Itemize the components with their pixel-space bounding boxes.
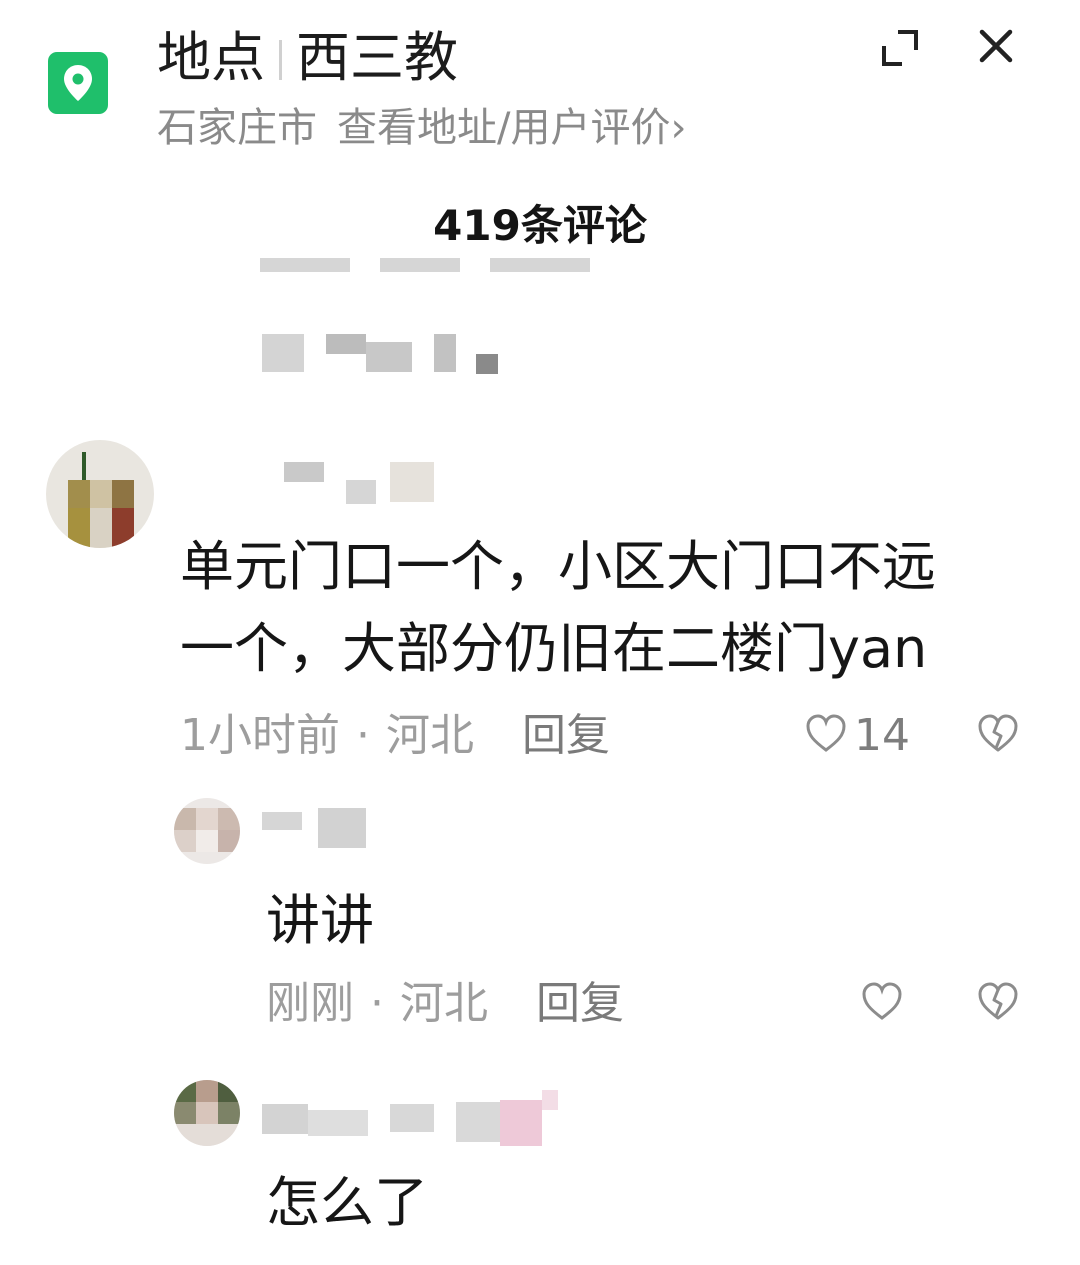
dislike-icon[interactable] (976, 712, 1020, 756)
reply-button[interactable]: 回复 (536, 978, 624, 1029)
avatar[interactable] (46, 440, 154, 548)
view-address-link[interactable]: 查看地址/用户评价 (337, 105, 670, 151)
like-count: 14 (854, 710, 910, 761)
like-icon[interactable] (804, 712, 848, 756)
dislike-icon[interactable] (976, 980, 1020, 1024)
previous-comment-cutoff (260, 258, 680, 272)
location-subtitle[interactable]: 石家庄市 查看地址/用户评价› (157, 100, 686, 156)
close-icon[interactable] (976, 26, 1016, 66)
comment-time: 1小时前 (180, 710, 340, 761)
map-pin-icon (48, 52, 108, 114)
expand-icon[interactable] (880, 28, 920, 68)
reply-button[interactable]: 回复 (522, 710, 610, 761)
chevron-right-icon: › (670, 105, 687, 151)
location-label: 地点 (157, 26, 265, 89)
comment-meta: 1小时前 · 河北 回复 (180, 710, 610, 761)
location-name: 西三教 (296, 26, 458, 89)
location-title: 地点 西三教 (157, 22, 458, 94)
comment-count: 419条评论 (433, 201, 647, 250)
comment-text: 讲讲 (266, 889, 374, 952)
location-city: 石家庄市 (157, 105, 317, 151)
avatar[interactable] (174, 1080, 240, 1146)
comment-text: 单元门口一个，小区大门口不远 一个，大部分仍旧在二楼门yan (180, 535, 936, 680)
comment-region: 河北 (400, 978, 488, 1029)
avatar[interactable] (174, 798, 240, 864)
comment-meta: 刚刚 · 河北 回复 (266, 978, 624, 1029)
title-divider (279, 40, 282, 80)
comment-region: 河北 (386, 710, 474, 761)
comment-time: 刚刚 (266, 978, 354, 1029)
comment-text: 怎么了 (266, 1171, 428, 1234)
like-icon[interactable] (860, 980, 904, 1024)
